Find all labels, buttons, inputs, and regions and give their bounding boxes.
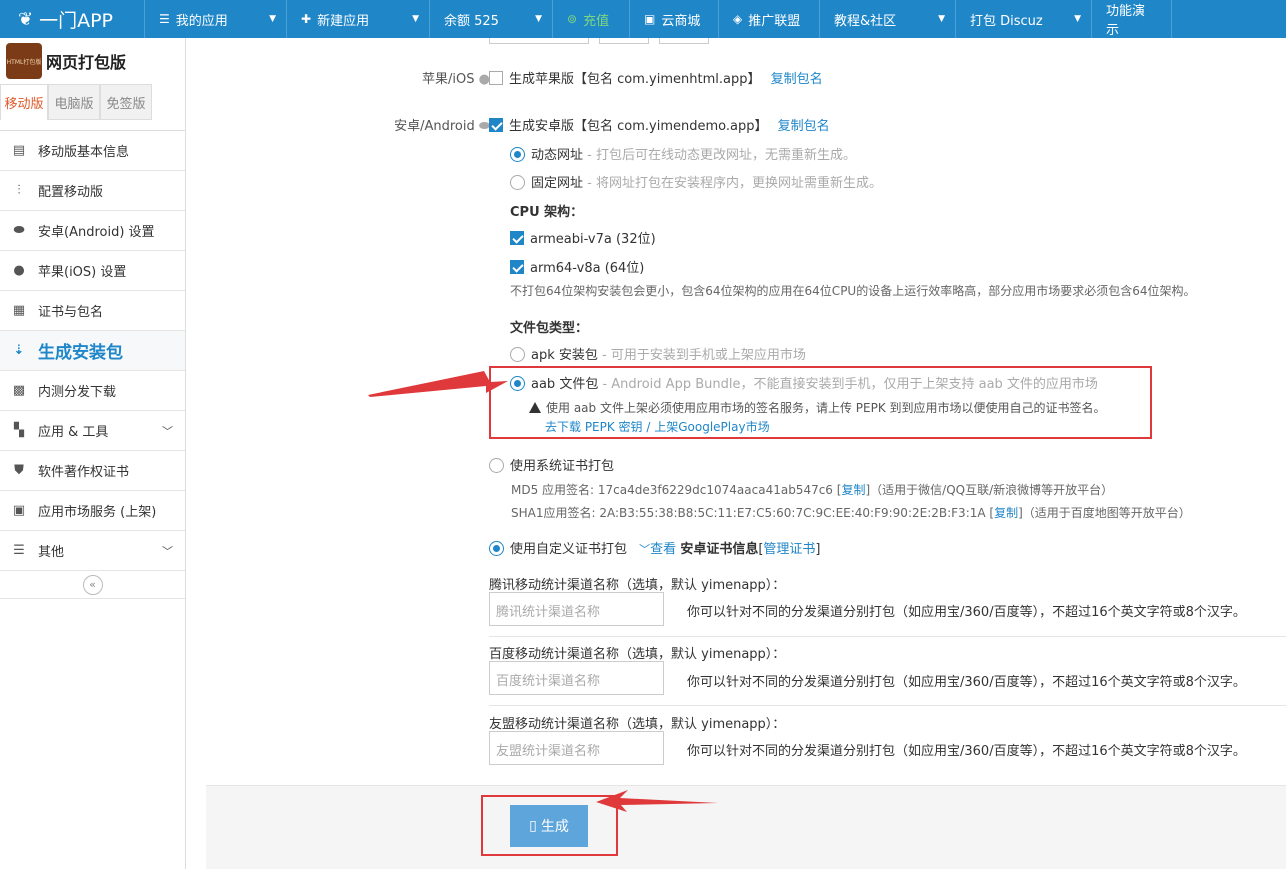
arrow-to-aab [368,371,508,397]
arrow-to-generate [596,790,718,812]
annotation-arrows [368,371,718,812]
